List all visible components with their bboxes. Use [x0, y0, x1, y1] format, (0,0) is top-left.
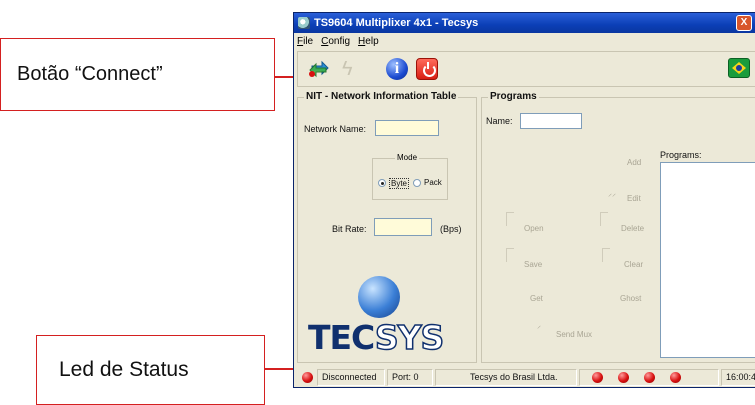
logo-tec: TEC	[308, 318, 376, 357]
port-led-icon	[670, 372, 681, 383]
send-mux-mark-icon: ⸝	[537, 321, 541, 330]
bit-rate-value	[375, 224, 378, 234]
clear-button[interactable]: Clear	[624, 260, 643, 269]
callout-connect-button: Botão “Connect”	[0, 38, 275, 111]
save-button[interactable]: Save	[524, 260, 542, 269]
network-name-field[interactable]	[375, 120, 439, 136]
mode-byte-radio[interactable]	[378, 179, 386, 187]
bit-rate-field[interactable]	[374, 218, 432, 236]
ghost-button[interactable]: Ghost	[620, 294, 641, 303]
get-button[interactable]: Get	[530, 294, 543, 303]
programs-list-label: Programs:	[660, 150, 702, 160]
callout-status-led: Led de Status	[36, 335, 265, 405]
callout-led-text: Led de Status	[59, 358, 189, 381]
mode-group: Mode Byte Pack	[372, 153, 448, 200]
power-icon[interactable]	[416, 58, 438, 80]
add-button[interactable]: Add	[627, 158, 641, 167]
app-icon	[298, 17, 310, 29]
delete-button[interactable]: Delete	[621, 224, 644, 233]
menu-help[interactable]: Help	[358, 36, 379, 47]
edit-mark-icon: ⸝⸝	[608, 189, 616, 198]
programs-list[interactable]	[660, 162, 755, 358]
program-name-value	[521, 119, 524, 129]
signal-icon[interactable]: ϟ	[342, 58, 364, 80]
company-name: Tecsys do Brasil Ltda.	[435, 369, 577, 386]
mode-pack-label: Pack	[424, 178, 442, 187]
brazil-flag-icon[interactable]	[728, 58, 750, 78]
delete-mark-icon	[600, 212, 608, 226]
title-bar: TS9604 Multiplixer 4x1 - Tecsys X	[294, 13, 755, 33]
clock: 16:00:45	[721, 369, 755, 386]
connect-icon[interactable]	[308, 58, 330, 80]
bit-rate-label: Bit Rate:	[332, 224, 367, 234]
programs-legend: Programs	[488, 91, 539, 102]
close-button[interactable]: X	[736, 15, 752, 31]
port-leds-panel	[579, 369, 719, 386]
window-title: TS9604 Multiplixer 4x1 - Tecsys	[314, 17, 479, 29]
bit-rate-unit: (Bps)	[440, 224, 462, 234]
send-mux-button[interactable]: Send Mux	[556, 330, 592, 339]
network-name-value	[376, 126, 379, 136]
menu-bar: File Config Help	[294, 33, 755, 49]
mode-legend: Mode	[395, 153, 420, 162]
open-button[interactable]: Open	[524, 224, 544, 233]
menu-file[interactable]: File	[297, 36, 313, 47]
edit-button[interactable]: Edit	[627, 194, 641, 203]
port-status: Port: 0	[387, 369, 433, 386]
clear-mark-icon	[602, 248, 610, 262]
status-bar: Disconnected Port: 0 Tecsys do Brasil Lt…	[297, 367, 755, 387]
network-name-label: Network Name:	[304, 124, 367, 134]
menu-config[interactable]: Config	[321, 36, 350, 47]
logo-sys: SYS	[374, 317, 445, 358]
port-led-icon	[618, 372, 629, 383]
program-name-field[interactable]	[520, 113, 582, 129]
mode-pack-radio[interactable]	[413, 179, 421, 187]
callout-connect-text: Botão “Connect”	[17, 63, 163, 85]
programs-group: Programs Name: Programs: Add ⸝⸝ Edit Ope…	[481, 91, 755, 363]
toolbar: ϟ i	[297, 51, 755, 87]
status-led-icon	[302, 372, 313, 383]
save-mark-icon	[506, 248, 514, 262]
program-name-label: Name:	[486, 116, 513, 126]
port-led-icon	[592, 372, 603, 383]
nit-group: NIT - Network Information Table Network …	[297, 91, 477, 363]
app-window: TS9604 Multiplixer 4x1 - Tecsys X File C…	[293, 12, 755, 388]
info-icon[interactable]: i	[386, 58, 408, 80]
nit-legend: NIT - Network Information Table	[304, 91, 459, 102]
tecsys-globe-icon	[358, 276, 400, 318]
port-led-icon	[644, 372, 655, 383]
mode-byte-label: Byte	[389, 178, 410, 189]
open-mark-icon	[506, 212, 514, 226]
connection-status: Disconnected	[317, 369, 385, 386]
tecsys-logo: TECSYS	[308, 317, 445, 358]
